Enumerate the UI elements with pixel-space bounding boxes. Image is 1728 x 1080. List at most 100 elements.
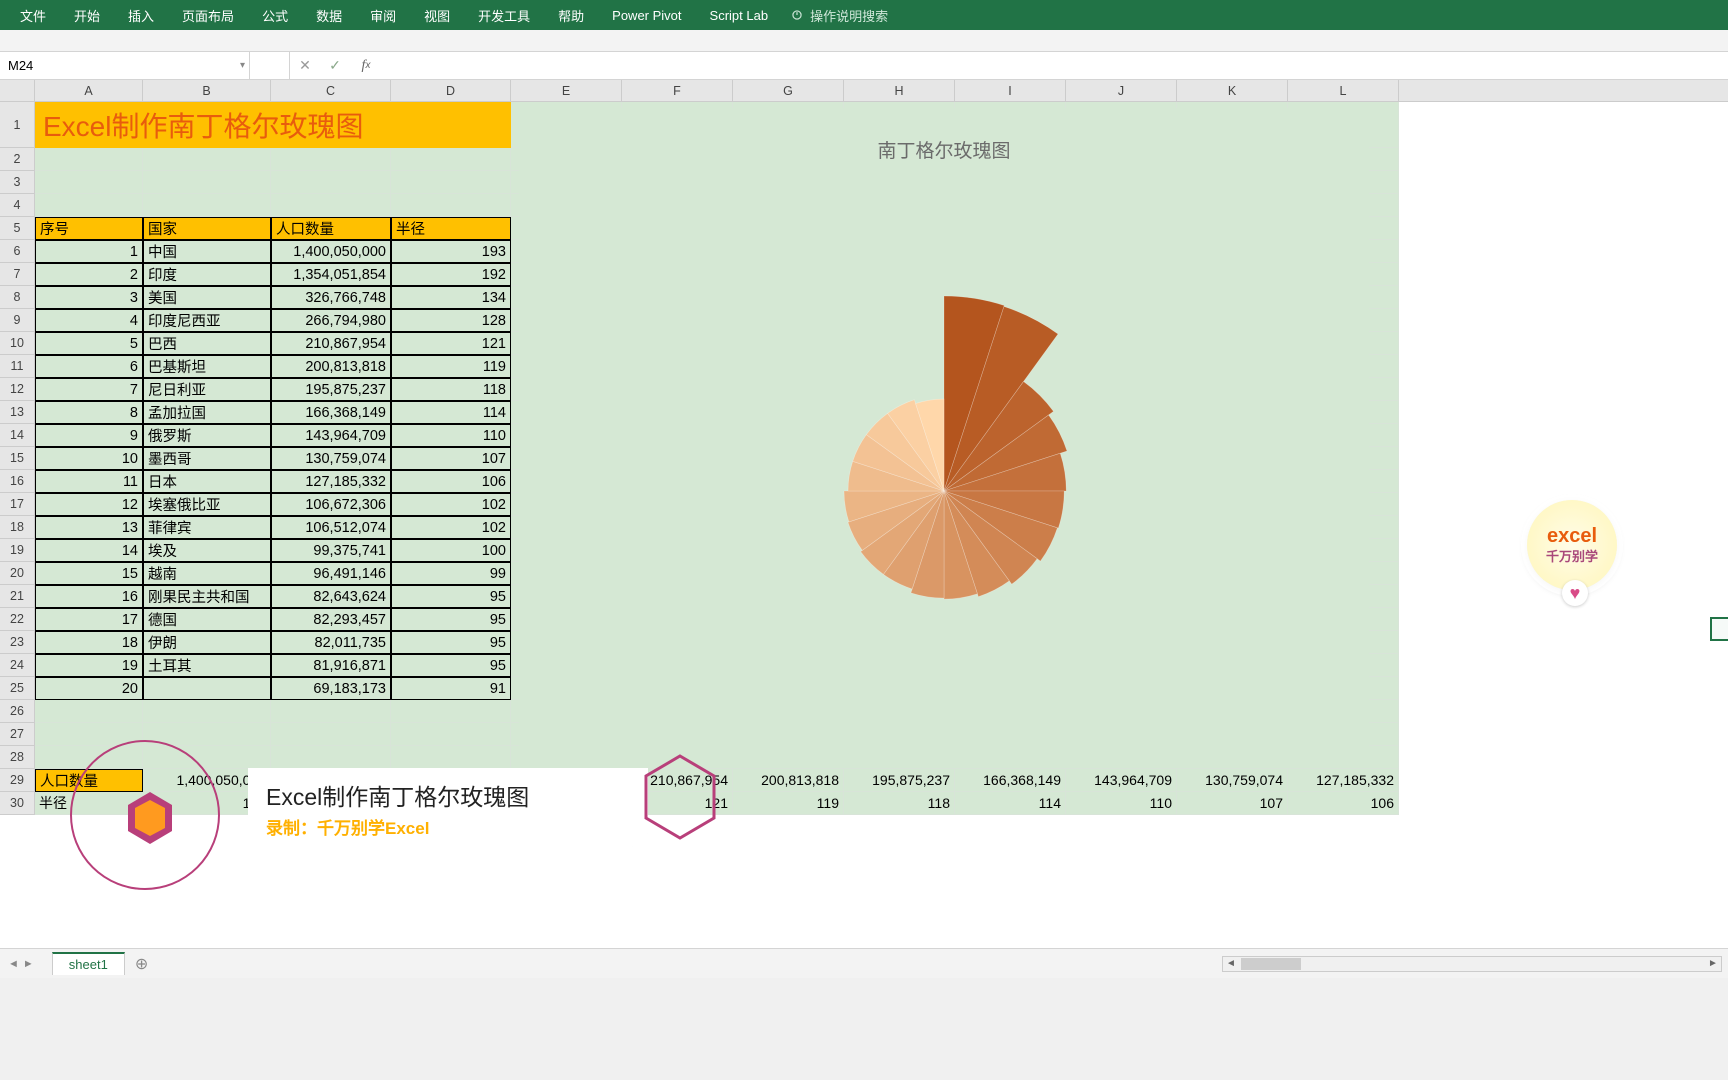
chart-object[interactable]: 南丁格尔玫瑰图 xyxy=(519,108,1369,768)
cell[interactable]: 192 xyxy=(391,263,511,286)
cell[interactable]: 200,813,818 xyxy=(271,355,391,378)
cell[interactable]: 119 xyxy=(391,355,511,378)
cell[interactable]: 91 xyxy=(391,677,511,700)
cell[interactable]: 110 xyxy=(1066,792,1177,815)
cell[interactable]: 106 xyxy=(1288,792,1399,815)
cell[interactable]: 121 xyxy=(391,332,511,355)
cell[interactable]: 墨西哥 xyxy=(143,447,271,470)
cell[interactable]: 日本 xyxy=(143,470,271,493)
ribbon-tab[interactable]: 审阅 xyxy=(356,0,410,30)
column-header[interactable]: E xyxy=(511,80,622,101)
cell[interactable]: 127,185,332 xyxy=(1288,769,1399,792)
cell[interactable]: 越南 xyxy=(143,562,271,585)
cell[interactable] xyxy=(271,171,391,194)
cell[interactable] xyxy=(143,677,271,700)
cell[interactable]: 134 xyxy=(391,286,511,309)
cell[interactable] xyxy=(143,171,271,194)
ribbon-tab[interactable]: 数据 xyxy=(302,0,356,30)
cell[interactable] xyxy=(35,700,143,723)
cell[interactable]: 128 xyxy=(391,309,511,332)
cell[interactable]: 100 xyxy=(391,539,511,562)
column-header[interactable]: B xyxy=(143,80,271,101)
row-header[interactable]: 7 xyxy=(0,263,35,286)
cell[interactable] xyxy=(271,148,391,171)
row-header[interactable]: 27 xyxy=(0,723,35,746)
cell[interactable]: 114 xyxy=(391,401,511,424)
add-sheet-button[interactable]: ⊕ xyxy=(135,954,148,974)
cell[interactable]: 2 xyxy=(35,263,143,286)
cell[interactable]: 巴西 xyxy=(143,332,271,355)
row-header[interactable]: 19 xyxy=(0,539,35,562)
cell[interactable]: 326,766,748 xyxy=(271,286,391,309)
cell[interactable]: 印度 xyxy=(143,263,271,286)
cell[interactable]: 7 xyxy=(35,378,143,401)
row-header[interactable]: 6 xyxy=(0,240,35,263)
cell[interactable]: 埃塞俄比亚 xyxy=(143,493,271,516)
column-header[interactable]: J xyxy=(1066,80,1177,101)
cell[interactable]: 20 xyxy=(35,677,143,700)
ribbon-tab[interactable]: 开始 xyxy=(60,0,114,30)
row-header[interactable]: 13 xyxy=(0,401,35,424)
cell[interactable]: 200,813,818 xyxy=(733,769,844,792)
row-header[interactable]: 16 xyxy=(0,470,35,493)
cell[interactable] xyxy=(35,194,143,217)
cell[interactable]: 16 xyxy=(35,585,143,608)
cell[interactable]: 119 xyxy=(733,792,844,815)
row-header[interactable]: 17 xyxy=(0,493,35,516)
cell[interactable]: 伊朗 xyxy=(143,631,271,654)
row-header[interactable]: 5 xyxy=(0,217,35,240)
cell[interactable]: 102 xyxy=(391,493,511,516)
row-header[interactable]: 23 xyxy=(0,631,35,654)
row-header[interactable]: 15 xyxy=(0,447,35,470)
ribbon-tab[interactable]: 页面布局 xyxy=(168,0,248,30)
row-header[interactable]: 20 xyxy=(0,562,35,585)
cell[interactable]: 埃及 xyxy=(143,539,271,562)
column-header[interactable]: C xyxy=(271,80,391,101)
cell[interactable] xyxy=(391,148,511,171)
cell[interactable]: 国家 xyxy=(143,217,271,240)
row-header[interactable]: 14 xyxy=(0,424,35,447)
cell[interactable] xyxy=(143,700,271,723)
cell[interactable]: 19 xyxy=(35,654,143,677)
cell[interactable]: 11 xyxy=(35,470,143,493)
ribbon-tab[interactable]: 文件 xyxy=(6,0,60,30)
cell[interactable]: 166,368,149 xyxy=(271,401,391,424)
cell[interactable] xyxy=(143,194,271,217)
cell[interactable]: 1 xyxy=(35,240,143,263)
cell[interactable]: 118 xyxy=(391,378,511,401)
cell[interactable]: 10 xyxy=(35,447,143,470)
sheet-title[interactable]: Excel制作南丁格尔玫瑰图 xyxy=(35,102,511,148)
row-header[interactable]: 28 xyxy=(0,746,35,769)
row-header[interactable]: 25 xyxy=(0,677,35,700)
cell[interactable]: 82,643,624 xyxy=(271,585,391,608)
cell[interactable]: 130,759,074 xyxy=(271,447,391,470)
cell[interactable]: 266,794,980 xyxy=(271,309,391,332)
row-header[interactable]: 2 xyxy=(0,148,35,171)
cell[interactable]: 美国 xyxy=(143,286,271,309)
cell[interactable]: 96,491,146 xyxy=(271,562,391,585)
cell[interactable] xyxy=(271,723,391,746)
column-header[interactable]: L xyxy=(1288,80,1399,101)
cell[interactable]: 尼日利亚 xyxy=(143,378,271,401)
cell[interactable] xyxy=(35,148,143,171)
cell[interactable] xyxy=(391,171,511,194)
cell[interactable]: 143,964,709 xyxy=(1066,769,1177,792)
row-header[interactable]: 11 xyxy=(0,355,35,378)
column-header[interactable]: I xyxy=(955,80,1066,101)
cell[interactable]: 102 xyxy=(391,516,511,539)
column-header[interactable]: H xyxy=(844,80,955,101)
cell[interactable]: 9 xyxy=(35,424,143,447)
cancel-formula-icon[interactable]: ✕ xyxy=(290,52,320,79)
ribbon-tab[interactable]: 插入 xyxy=(114,0,168,30)
spreadsheet-grid[interactable]: ABCDEFGHIJKL 1Excel制作南丁格尔玫瑰图2345序号国家人口数量… xyxy=(0,80,1728,948)
row-header[interactable]: 12 xyxy=(0,378,35,401)
accept-formula-icon[interactable]: ✓ xyxy=(320,52,350,79)
column-header[interactable]: G xyxy=(733,80,844,101)
cell[interactable]: 106,512,074 xyxy=(271,516,391,539)
cell[interactable]: 95 xyxy=(391,631,511,654)
row-header[interactable]: 4 xyxy=(0,194,35,217)
row-header[interactable]: 9 xyxy=(0,309,35,332)
cell[interactable] xyxy=(271,194,391,217)
row-header[interactable]: 10 xyxy=(0,332,35,355)
cell[interactable] xyxy=(391,723,511,746)
